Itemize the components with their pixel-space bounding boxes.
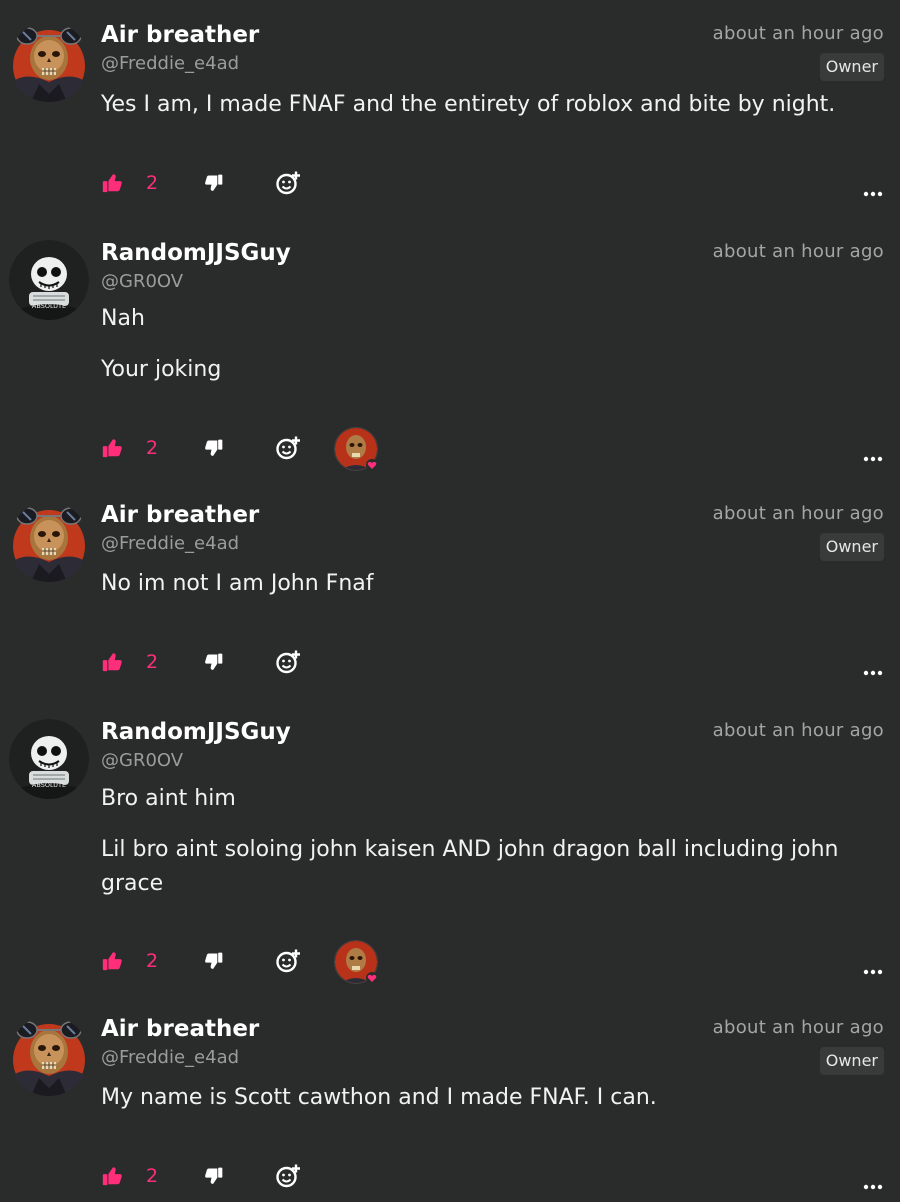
like-count: 2 xyxy=(146,437,159,459)
comment-body: No im not I am John Fnaf xyxy=(101,567,861,618)
like-count: 2 xyxy=(146,172,159,194)
add-reaction-icon[interactable] xyxy=(275,1163,301,1189)
reactor-avatar[interactable] xyxy=(334,427,378,471)
svg-text:ABSOLUTE: ABSOLUTE xyxy=(32,781,66,789)
comment-body: Bro aint him Lil bro aint soloing john ka… xyxy=(101,782,861,918)
author-name[interactable]: RandomJJSGuy xyxy=(101,238,291,268)
comment-actions: 2 xyxy=(0,940,900,984)
comment-actions: 2 xyxy=(0,168,900,202)
dislike-icon[interactable] xyxy=(204,1166,224,1186)
dislike-icon[interactable] xyxy=(204,438,224,458)
timestamp: about an hour ago xyxy=(712,23,884,44)
like-icon[interactable] xyxy=(101,172,123,194)
like-count: 2 xyxy=(146,1165,159,1187)
comment-actions: 2 xyxy=(0,647,900,681)
owner-badge: Owner xyxy=(819,1047,884,1075)
avatar[interactable]: ABSOLUTE xyxy=(9,719,89,799)
like-icon[interactable] xyxy=(101,651,123,673)
comment-body: Yes I am, I made FNAF and the entirety o… xyxy=(101,88,861,139)
author-name[interactable]: Air breather xyxy=(101,20,259,50)
comment-text: No im not I am John Fnaf xyxy=(101,571,374,596)
like-count: 2 xyxy=(146,651,159,673)
comment-body: Nah Your joking xyxy=(101,302,861,404)
author-name[interactable]: RandomJJSGuy xyxy=(101,717,291,747)
author-handle: @GR0OV xyxy=(101,750,184,771)
author-name[interactable]: Air breather xyxy=(101,500,259,530)
author-name[interactable]: Air breather xyxy=(101,1014,259,1044)
avatar[interactable]: ABSOLUTE xyxy=(9,240,89,320)
owner-badge: Owner xyxy=(819,53,884,81)
more-options-icon[interactable] xyxy=(863,447,883,462)
dislike-icon[interactable] xyxy=(204,652,224,672)
avatar[interactable] xyxy=(9,22,89,102)
like-icon[interactable] xyxy=(101,950,123,972)
heart-icon xyxy=(366,456,378,471)
comment-text: Your joking xyxy=(101,357,222,382)
avatar[interactable] xyxy=(9,1016,89,1096)
like-icon[interactable] xyxy=(101,1165,123,1187)
comment-text: Yes I am, I made FNAF and the entirety o… xyxy=(101,92,836,117)
add-reaction-icon[interactable] xyxy=(275,948,301,974)
more-options-icon[interactable] xyxy=(863,661,883,676)
timestamp: about an hour ago xyxy=(712,503,884,524)
owner-badge: Owner xyxy=(819,533,884,561)
comment-text: Bro aint him xyxy=(101,786,236,811)
timestamp: about an hour ago xyxy=(712,1017,884,1038)
author-handle: @GR0OV xyxy=(101,271,184,292)
more-options-icon[interactable] xyxy=(863,960,883,975)
comment-actions: 2 xyxy=(0,1161,900,1195)
comment-actions: 2 xyxy=(0,427,900,471)
add-reaction-icon[interactable] xyxy=(275,170,301,196)
comment-text: Nah xyxy=(101,306,145,331)
timestamp: about an hour ago xyxy=(712,720,884,741)
comment-text: Lil bro aint soloing john kaisen AND joh… xyxy=(101,837,839,896)
more-options-icon[interactable] xyxy=(863,182,883,197)
timestamp: about an hour ago xyxy=(712,241,884,262)
add-reaction-icon[interactable] xyxy=(275,435,301,461)
add-reaction-icon[interactable] xyxy=(275,649,301,675)
svg-text:ABSOLUTE: ABSOLUTE xyxy=(32,302,66,310)
comment-body: My name is Scott cawthon and I made FNAF… xyxy=(101,1081,861,1132)
author-handle: @Freddie_e4ad xyxy=(101,533,240,554)
avatar[interactable] xyxy=(9,502,89,582)
heart-icon xyxy=(366,969,378,984)
like-icon[interactable] xyxy=(101,437,123,459)
dislike-icon[interactable] xyxy=(204,173,224,193)
author-handle: @Freddie_e4ad xyxy=(101,53,240,74)
like-count: 2 xyxy=(146,950,159,972)
author-handle: @Freddie_e4ad xyxy=(101,1047,240,1068)
dislike-icon[interactable] xyxy=(204,951,224,971)
comment-text: My name is Scott cawthon and I made FNAF… xyxy=(101,1085,657,1110)
more-options-icon[interactable] xyxy=(863,1175,883,1190)
reactor-avatar[interactable] xyxy=(334,940,378,984)
